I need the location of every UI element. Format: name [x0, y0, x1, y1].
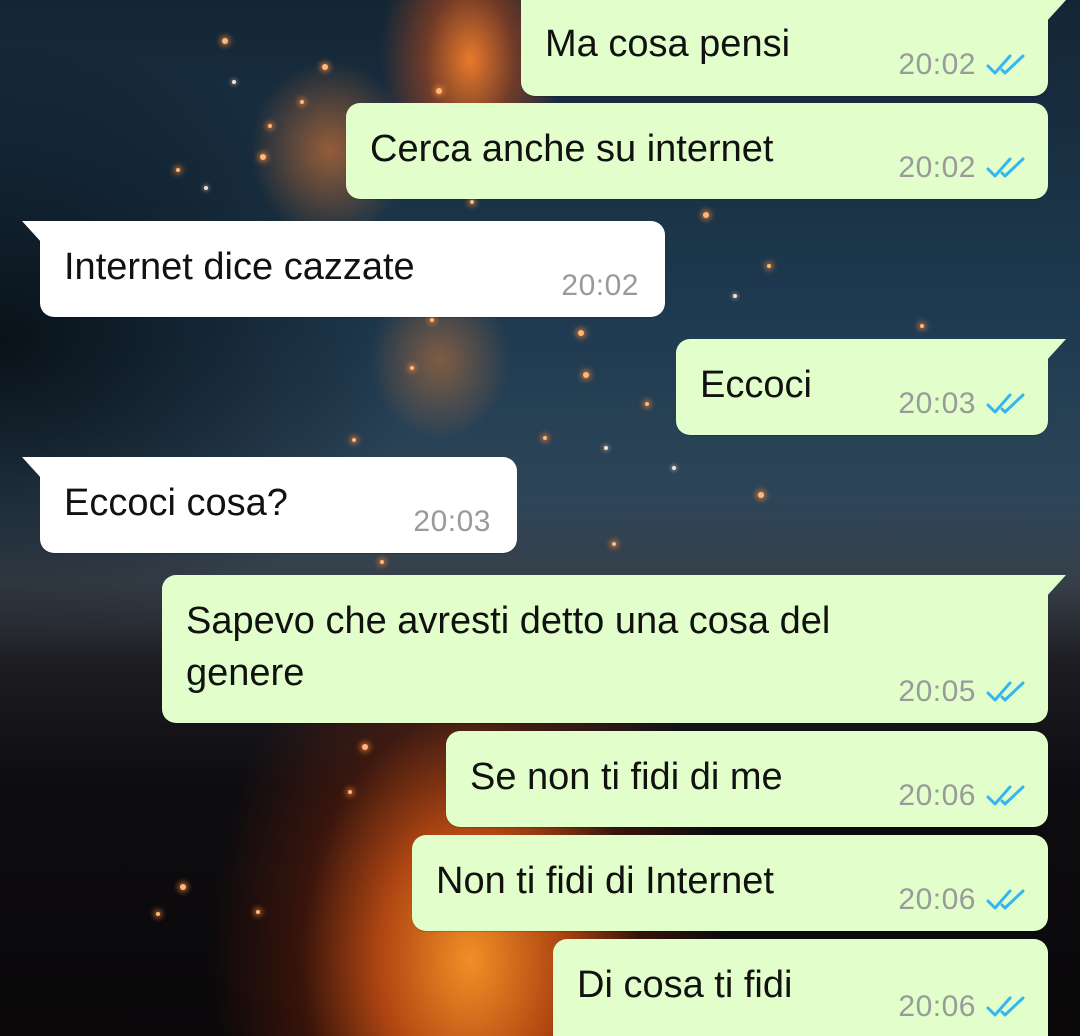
message-meta: 20:03: [413, 505, 491, 539]
message-meta: 20:02: [898, 151, 1026, 185]
message-time: 20:06: [898, 883, 976, 916]
message-time: 20:06: [898, 779, 976, 812]
message-time: 20:02: [561, 269, 639, 302]
double-check-icon: [986, 681, 1025, 702]
double-check-icon: [986, 54, 1025, 75]
double-check-icon: [986, 996, 1025, 1017]
message-time: 20:05: [898, 675, 976, 708]
chat-message-incoming[interactable]: Internet dice cazzate 20:02: [22, 221, 665, 317]
message-text: Di cosa ti fidi: [577, 964, 793, 1006]
message-text: Internet dice cazzate: [64, 246, 415, 288]
message-time: 20:03: [413, 505, 491, 538]
message-text: Cerca anche su internet: [370, 128, 774, 170]
message-text: Eccoci cosa?: [64, 482, 288, 524]
chat-message-incoming[interactable]: Eccoci cosa? 20:03: [22, 457, 517, 553]
message-time: 20:02: [898, 151, 976, 184]
message-text: Eccoci: [700, 364, 812, 406]
message-meta: 20:05: [898, 675, 1026, 709]
message-text: Se non ti fidi di me: [470, 756, 783, 798]
message-meta: 20:03: [898, 387, 1026, 421]
message-time: 20:02: [898, 48, 976, 81]
chat-message-outgoing[interactable]: Cerca anche su internet 20:02: [346, 103, 1048, 199]
double-check-icon: [986, 889, 1025, 910]
chat-message-outgoing[interactable]: Non ti fidi di Internet 20:06: [412, 835, 1048, 931]
message-time: 20:03: [898, 387, 976, 420]
chat-message-outgoing[interactable]: Sapevo che avresti detto una cosa del ge…: [162, 575, 1066, 723]
message-text: Ma cosa pensi: [545, 23, 791, 65]
chat-message-outgoing[interactable]: Di cosa ti fidi 20:06: [553, 939, 1048, 1036]
double-check-icon: [986, 157, 1025, 178]
message-meta: 20:02: [561, 269, 639, 303]
chat-message-outgoing[interactable]: Eccoci 20:03: [676, 339, 1066, 435]
message-time: 20:06: [898, 990, 976, 1023]
chat-message-outgoing[interactable]: Se non ti fidi di me 20:06: [446, 731, 1048, 827]
chat-message-outgoing[interactable]: Ma cosa pensi 20:02: [521, 0, 1066, 96]
message-text: Sapevo che avresti detto una cosa del ge…: [186, 600, 831, 694]
message-meta: 20:06: [898, 779, 1026, 813]
message-text: Non ti fidi di Internet: [436, 860, 774, 902]
double-check-icon: [986, 785, 1025, 806]
double-check-icon: [986, 393, 1025, 414]
message-meta: 20:02: [898, 48, 1026, 82]
message-meta: 20:06: [898, 990, 1026, 1024]
message-meta: 20:06: [898, 883, 1026, 917]
